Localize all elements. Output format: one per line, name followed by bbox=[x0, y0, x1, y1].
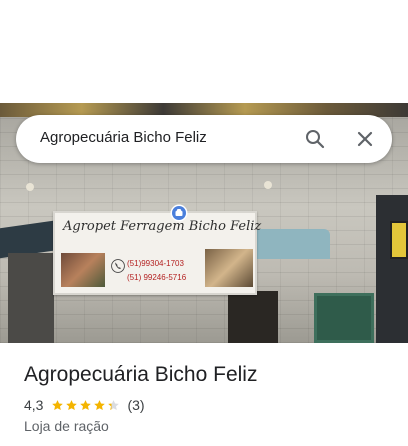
wall-lamp bbox=[264, 181, 272, 189]
search-bar[interactable]: Agropecuária Bicho Feliz bbox=[16, 115, 392, 163]
green-door bbox=[314, 293, 374, 343]
star-icon bbox=[52, 399, 64, 410]
phone-icon bbox=[111, 259, 125, 273]
place-title: Agropecuária Bicho Feliz bbox=[24, 363, 258, 386]
review-count[interactable]: (3) bbox=[127, 397, 144, 413]
star-icon bbox=[80, 399, 92, 410]
place-category: Loja de ração bbox=[24, 418, 109, 434]
banner-phones: (51)99304-1703 (51) 99246-5716 bbox=[127, 257, 186, 285]
right-window bbox=[376, 195, 408, 343]
phone-number: (51) 99246-5716 bbox=[127, 273, 187, 282]
rating-value: 4,3 bbox=[24, 397, 44, 413]
yellow-sign bbox=[390, 221, 408, 259]
map-top-area bbox=[0, 0, 408, 103]
star-icon bbox=[94, 399, 106, 410]
location-pin-icon[interactable] bbox=[170, 204, 188, 222]
close-icon[interactable] bbox=[353, 127, 377, 151]
banner-photo-right bbox=[205, 249, 253, 287]
star-icon bbox=[108, 399, 120, 410]
awning-right bbox=[254, 229, 330, 259]
star-icon bbox=[66, 399, 78, 410]
wall-lamp bbox=[26, 183, 34, 191]
banner-photo-left bbox=[61, 253, 105, 287]
store-doorway bbox=[228, 291, 278, 343]
search-input[interactable]: Agropecuária Bicho Feliz bbox=[40, 129, 207, 146]
search-icon[interactable] bbox=[303, 127, 327, 151]
place-info-panel: Agropecuária Bicho Feliz 4,3 (3) Loja de… bbox=[0, 343, 408, 446]
star-rating bbox=[51, 399, 121, 412]
left-doorway bbox=[8, 253, 54, 343]
phone-number: (51)99304-1703 bbox=[127, 259, 184, 268]
banner-title: Agropet Ferragem Bicho Feliz bbox=[63, 219, 262, 234]
rating-row[interactable]: 4,3 (3) bbox=[24, 397, 145, 413]
store-banner: Agropet Ferragem Bicho Feliz (51)99304-1… bbox=[53, 211, 262, 295]
